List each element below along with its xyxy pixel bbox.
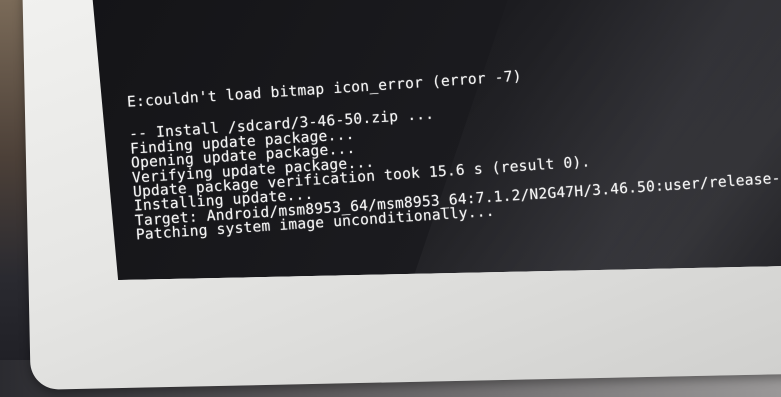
tablet-bezel: E:couldn't load bitmap icon_error (error… — [22, 0, 781, 390]
recovery-console: E:couldn't load bitmap icon_error (error… — [127, 49, 781, 243]
tablet-screen: E:couldn't load bitmap icon_error (error… — [90, 0, 781, 281]
photo-scene: E:couldn't load bitmap icon_error (error… — [0, 0, 781, 397]
